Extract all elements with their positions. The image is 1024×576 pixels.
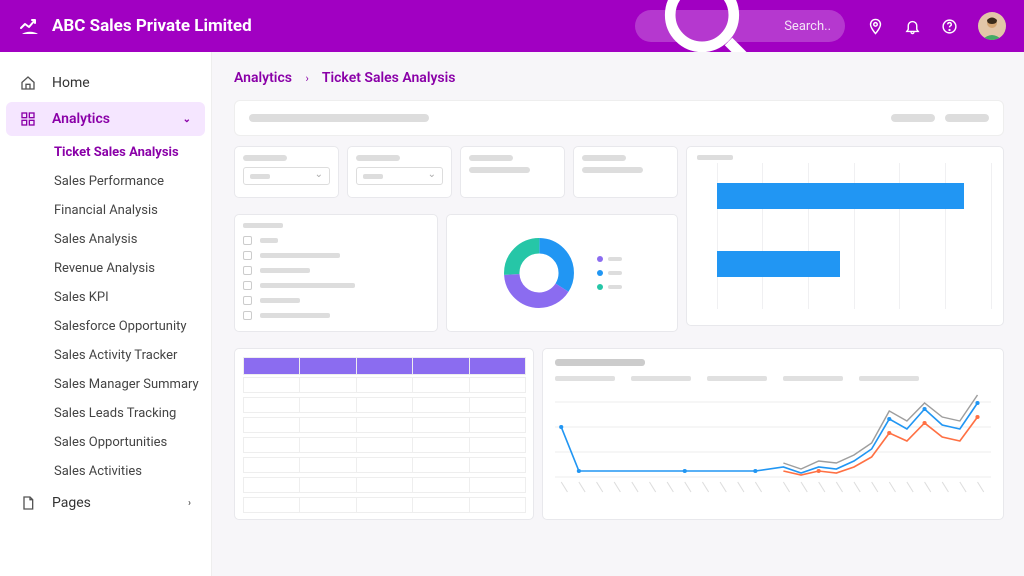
sidebar-sub-sales-analysis[interactable]: Sales Analysis xyxy=(54,225,205,254)
search-placeholder: Search.. xyxy=(784,19,831,34)
checkbox[interactable] xyxy=(243,296,252,305)
sidebar: Home Analytics ⌄ Ticket Sales Analysis S… xyxy=(0,52,212,576)
avatar[interactable] xyxy=(978,12,1006,40)
sidebar-sub-sales-opportunities[interactable]: Sales Opportunities xyxy=(54,428,205,457)
checkbox[interactable] xyxy=(243,266,252,275)
sidebar-sub-ticket-sales[interactable]: Ticket Sales Analysis xyxy=(54,138,205,167)
content-area: Analytics › Ticket Sales Analysis xyxy=(212,52,1024,576)
page-icon xyxy=(20,495,36,511)
sidebar-item-analytics[interactable]: Analytics ⌄ xyxy=(6,102,205,136)
line-chart-card xyxy=(542,348,1004,520)
sidebar-item-home[interactable]: Home xyxy=(6,66,205,100)
donut-legend xyxy=(597,256,622,290)
placeholder-title xyxy=(249,114,429,122)
sidebar-sub-sales-manager-summary[interactable]: Sales Manager Summary xyxy=(54,370,205,399)
sidebar-sub-sales-leads-tracking[interactable]: Sales Leads Tracking xyxy=(54,399,205,428)
line-chart xyxy=(555,387,991,497)
checkbox[interactable] xyxy=(243,236,252,245)
horizontal-bar-chart xyxy=(717,163,991,309)
breadcrumb-current: Ticket Sales Analysis xyxy=(322,70,456,86)
sidebar-sub-sales-kpi[interactable]: Sales KPI xyxy=(54,283,205,312)
help-icon[interactable] xyxy=(941,18,958,35)
breadcrumb: Analytics › Ticket Sales Analysis xyxy=(234,70,1004,86)
donut-chart xyxy=(503,237,575,309)
stat-card-2 xyxy=(573,146,678,198)
sidebar-sub-sales-activity-tracker[interactable]: Sales Activity Tracker xyxy=(54,341,205,370)
sidebar-sub-financial-analysis[interactable]: Financial Analysis xyxy=(54,196,205,225)
horizontal-bar-chart-card xyxy=(686,146,1004,326)
app-header: ABC Sales Private Limited Search.. xyxy=(0,0,1024,52)
search-input[interactable]: Search.. xyxy=(635,10,845,42)
dropdown[interactable] xyxy=(243,167,330,185)
bell-icon[interactable] xyxy=(904,18,921,35)
sidebar-sub-sales-performance[interactable]: Sales Performance xyxy=(54,167,205,196)
breadcrumb-root[interactable]: Analytics xyxy=(234,70,292,86)
placeholder-action[interactable] xyxy=(945,114,989,122)
checkbox[interactable] xyxy=(243,311,252,320)
analytics-submenu: Ticket Sales Analysis Sales Performance … xyxy=(6,138,205,486)
sidebar-item-pages[interactable]: Pages › xyxy=(6,486,205,520)
grid-icon xyxy=(20,111,36,127)
home-icon xyxy=(20,75,36,91)
sidebar-sub-salesforce-opportunity[interactable]: Salesforce Opportunity xyxy=(54,312,205,341)
stat-card-1 xyxy=(460,146,565,198)
checkbox[interactable] xyxy=(243,251,252,260)
chevron-down-icon: ⌄ xyxy=(183,114,191,125)
chevron-right-icon: › xyxy=(188,498,191,509)
checkbox[interactable] xyxy=(243,281,252,290)
company-name: ABC Sales Private Limited xyxy=(52,16,252,36)
location-icon[interactable] xyxy=(867,18,884,35)
company-logo[interactable]: ABC Sales Private Limited xyxy=(18,14,252,38)
placeholder-action[interactable] xyxy=(891,114,935,122)
sidebar-sub-revenue-analysis[interactable]: Revenue Analysis xyxy=(54,254,205,283)
dropdown[interactable] xyxy=(356,167,443,185)
logo-icon xyxy=(18,14,42,38)
filter-card-2 xyxy=(347,146,452,198)
dashboard-title-bar xyxy=(234,100,1004,136)
donut-chart-card xyxy=(446,214,678,332)
data-table-card xyxy=(234,348,534,520)
filter-card-1 xyxy=(234,146,339,198)
sidebar-sub-sales-activities[interactable]: Sales Activities xyxy=(54,457,205,486)
checklist-card xyxy=(234,214,438,332)
